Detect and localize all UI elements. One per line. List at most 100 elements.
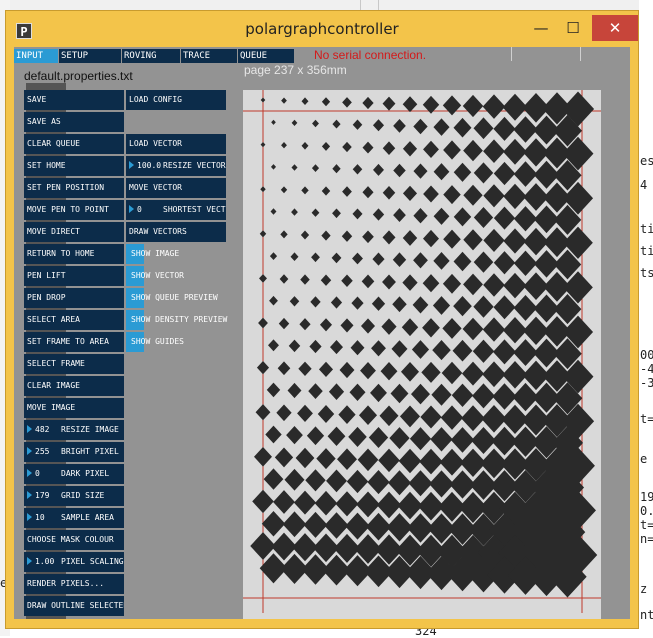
pixel-diamond — [284, 468, 305, 491]
pixel-diamond — [461, 361, 485, 386]
pixel-diamond — [442, 95, 462, 116]
show-guides-toggle[interactable]: SHOW GUIDES — [126, 332, 184, 352]
choose-mask-colour-button[interactable]: CHOOSE MASK COLOUR — [24, 530, 124, 550]
pixel-diamond — [332, 164, 341, 174]
dark-pixel-number-box[interactable]: 0 DARK PIXEL — [24, 464, 124, 484]
sketch-canvas[interactable]: INPUT SETUP ROVING TRACE QUEUE No serial… — [14, 47, 630, 619]
select-area-button[interactable]: SELECT AREA — [24, 310, 124, 330]
pixel-diamond — [311, 164, 320, 172]
pixel-diamond — [413, 163, 428, 179]
pixel-diamond — [331, 252, 342, 264]
pixel-diamond — [340, 318, 354, 333]
divider — [511, 47, 512, 61]
bright-pixel-value: 255 — [35, 447, 50, 456]
sample-area-number-box[interactable]: 10 SAMPLE AREA — [24, 508, 124, 528]
pixel-diamond — [295, 447, 315, 469]
pixel-diamond — [381, 318, 397, 335]
pen-lift-button[interactable]: PEN LIFT — [24, 266, 124, 286]
number-arrow-icon — [27, 446, 32, 455]
show-density-preview-toggle[interactable]: SHOW DENSITY PREVIEW — [126, 310, 227, 330]
tab-queue[interactable]: QUEUE — [238, 49, 294, 63]
resize-vector-number-box[interactable]: 100.0 RESIZE VECTOR — [126, 156, 226, 176]
pixel-diamond — [332, 119, 341, 129]
page-preview[interactable] — [243, 90, 601, 619]
load-config-button[interactable]: LOAD CONFIG — [126, 90, 226, 110]
pixel-diamond — [413, 207, 428, 224]
set-pen-position-button[interactable]: SET PEN POSITION — [24, 178, 124, 198]
pen-drop-button[interactable]: PEN DROP — [24, 288, 124, 308]
properties-file-label: default.properties.txt — [24, 69, 133, 83]
pixel-diamond — [328, 383, 345, 400]
pixel-diamond — [422, 318, 440, 338]
resize-image-number-box[interactable]: 482 RESIZE IMAGE — [24, 420, 124, 440]
minimize-button[interactable]: — — [526, 15, 556, 41]
move-direct-button[interactable]: MOVE DIRECT — [24, 222, 124, 242]
pixel-diamond — [330, 340, 343, 355]
show-image-label: SHOW IMAGE — [131, 249, 180, 258]
grid-size-number-box[interactable]: 179 GRID SIZE — [24, 486, 124, 506]
pixel-diamond — [370, 383, 387, 403]
grid-size-value: 179 — [35, 491, 50, 500]
move-image-button[interactable]: MOVE IMAGE — [24, 398, 124, 418]
set-home-button[interactable]: SET HOME — [24, 156, 124, 176]
set-home-label: SET HOME — [27, 161, 66, 170]
tab-input[interactable]: INPUT — [14, 49, 58, 63]
pixel-diamond — [433, 163, 450, 181]
pixel-diamond — [356, 491, 380, 518]
tab-roving[interactable]: ROVING — [122, 49, 180, 63]
draw-vectors-button[interactable]: DRAW VECTORS — [126, 222, 226, 242]
pixel-diamond — [463, 229, 483, 251]
return-to-home-button[interactable]: RETURN TO HOME — [24, 244, 124, 264]
pixel-diamond — [312, 119, 319, 128]
shortest-vector-number-box[interactable]: 0 SHORTEST VECTOR — [126, 200, 226, 220]
close-button[interactable]: ✕ — [592, 15, 638, 41]
maximize-button[interactable]: ☐ — [558, 15, 588, 41]
pixel-diamond — [309, 339, 322, 354]
clear-queue-button[interactable]: CLEAR QUEUE — [24, 134, 124, 154]
pixel-diamond — [321, 141, 331, 151]
move-vector-button[interactable]: MOVE VECTOR — [126, 178, 226, 198]
pixel-diamond — [493, 295, 516, 320]
pixel-diamond — [451, 383, 474, 407]
move-pen-to-point-button[interactable]: MOVE PEN TO POINT — [24, 200, 124, 220]
pixel-diamond — [301, 186, 309, 195]
tab-setup[interactable]: SETUP — [59, 49, 121, 63]
show-guides-label: SHOW GUIDES — [131, 337, 184, 346]
pixel-diamond — [493, 116, 516, 141]
pixel-diamond — [263, 468, 284, 490]
draw-outline-selected-button[interactable]: DRAW OUTLINE SELECTED — [24, 596, 124, 616]
pixel-diamond — [453, 117, 472, 138]
save-button[interactable]: SAVE — [24, 90, 124, 110]
pixel-diamond — [350, 340, 365, 356]
pixel-diamond — [493, 161, 516, 186]
render-pixels-button[interactable]: RENDER PIXELS... — [24, 574, 124, 594]
set-frame-to-area-button[interactable]: SET FRAME TO AREA — [24, 332, 124, 352]
pixel-diamond — [339, 361, 355, 379]
show-vector-toggle[interactable]: SHOW VECTOR — [126, 266, 184, 286]
pixel-diamond — [278, 317, 290, 330]
page-drawing — [243, 90, 601, 613]
show-vector-label: SHOW VECTOR — [131, 271, 184, 280]
pixel-scaling-number-box[interactable]: 1.00 PIXEL SCALING — [24, 552, 124, 572]
pixel-diamond — [371, 296, 386, 311]
pixel-diamond — [318, 361, 334, 378]
pixel-diamond — [503, 272, 527, 299]
pixel-diamond — [281, 97, 287, 104]
pixel-diamond — [362, 96, 374, 110]
render-pixels-label: RENDER PIXELS... — [27, 579, 105, 588]
save-as-button[interactable]: SAVE AS — [24, 112, 124, 132]
title-bar[interactable]: P polargraphcontroller — ☐ ✕ — [6, 11, 638, 47]
show-queue-preview-toggle[interactable]: SHOW QUEUE PREVIEW — [126, 288, 218, 308]
show-image-toggle[interactable]: SHOW IMAGE — [126, 244, 179, 264]
select-frame-button[interactable]: SELECT FRAME — [24, 354, 124, 374]
pixel-diamond — [472, 383, 495, 409]
clear-image-button[interactable]: CLEAR IMAGE — [24, 376, 124, 396]
grid-size-label: GRID SIZE — [61, 491, 105, 500]
pixel-diamond — [513, 250, 538, 276]
pixel-diamond — [341, 274, 353, 288]
tab-trace[interactable]: TRACE — [181, 49, 237, 63]
pixel-diamond — [337, 448, 357, 471]
load-vector-button[interactable]: LOAD VECTOR — [126, 134, 226, 154]
pixel-diamond — [378, 448, 400, 473]
bright-pixel-number-box[interactable]: 255 BRIGHT PIXEL — [24, 442, 124, 462]
